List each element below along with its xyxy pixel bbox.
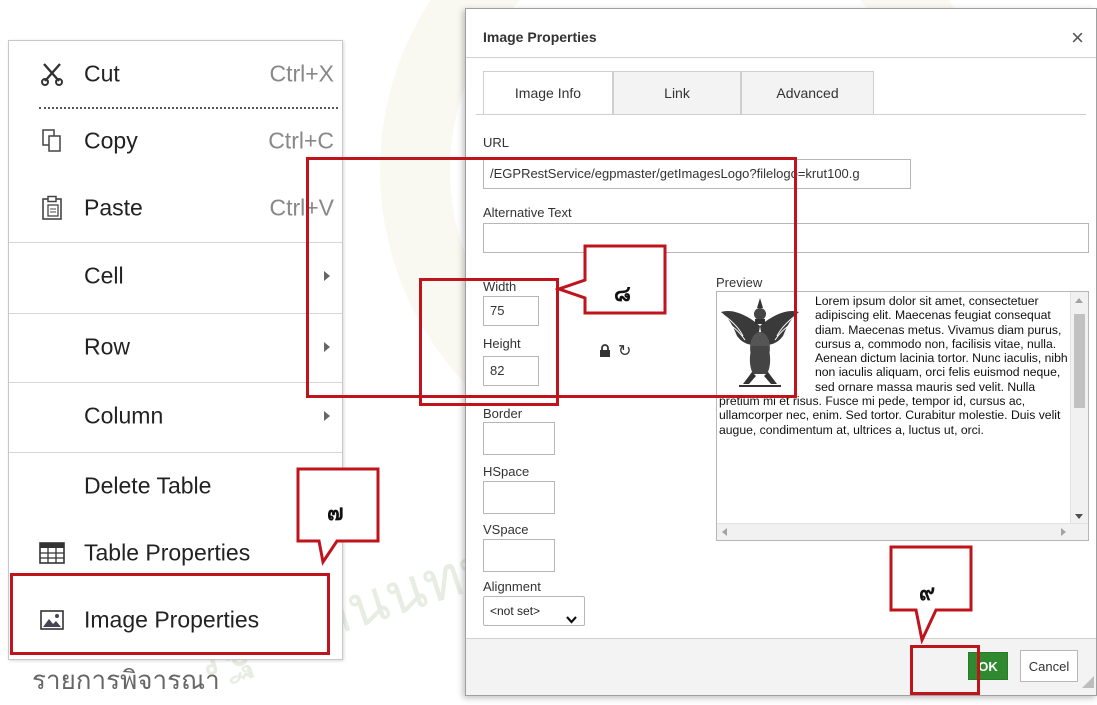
- dialog-footer: OK Cancel: [466, 638, 1096, 695]
- menu-item-label: Copy: [84, 127, 138, 154]
- url-label: URL: [483, 135, 510, 150]
- step-7-number: ๗: [327, 501, 344, 526]
- table-icon: [37, 538, 67, 568]
- scroll-down-icon[interactable]: [1075, 514, 1083, 519]
- menu-item-label: Column: [84, 402, 164, 429]
- alignment-select[interactable]: <not set>: [483, 596, 585, 626]
- menu-item-label: Cut: [84, 60, 120, 87]
- step-8-number: ๘: [614, 282, 631, 307]
- tab-divider: [476, 114, 1086, 115]
- scroll-right-icon[interactable]: [1061, 528, 1066, 536]
- clipboard-icon: [37, 193, 67, 223]
- highlight-image-properties: [10, 573, 330, 655]
- vspace-input[interactable]: [483, 539, 555, 572]
- menu-item-copy[interactable]: Copy Ctrl+C: [9, 108, 342, 174]
- tab-advanced[interactable]: Advanced: [741, 71, 874, 115]
- border-label: Border: [483, 406, 523, 421]
- hspace-input[interactable]: [483, 481, 555, 514]
- vspace-label: VSpace: [483, 522, 529, 537]
- highlight-width-height: [419, 278, 559, 406]
- step-9-number: ๙: [919, 581, 936, 606]
- menu-item-label: Cell: [84, 262, 124, 289]
- menu-item-cell[interactable]: Cell: [9, 243, 342, 309]
- menu-item-label: Table Properties: [84, 539, 251, 566]
- context-menu: Cut Ctrl+X Copy Ctrl+C Paste Ctrl+V Cell…: [8, 40, 343, 660]
- menu-item-paste[interactable]: Paste Ctrl+V: [9, 175, 342, 241]
- scroll-left-icon[interactable]: [722, 528, 727, 536]
- menu-item-cut[interactable]: Cut Ctrl+X: [9, 41, 342, 107]
- cancel-button[interactable]: Cancel: [1020, 650, 1078, 682]
- chevron-down-icon: [566, 606, 577, 634]
- menu-item-label: Delete Table: [84, 472, 212, 499]
- shortcut-label: Ctrl+C: [268, 127, 334, 154]
- scrollbar-thumb[interactable]: [1074, 314, 1085, 408]
- alignment-label: Alignment: [483, 579, 541, 594]
- alignment-value: <not set>: [490, 604, 541, 618]
- preview-horizontal-scrollbar[interactable]: [717, 523, 1088, 540]
- copy-icon: [37, 126, 67, 156]
- menu-item-label: Paste: [84, 194, 143, 221]
- scissors-icon: [37, 59, 67, 89]
- tab-image-info[interactable]: Image Info: [483, 71, 613, 115]
- menu-item-row[interactable]: Row: [9, 314, 342, 380]
- page-background-text: รายการพิจารณา: [32, 666, 220, 696]
- hspace-label: HSpace: [483, 464, 530, 479]
- menu-item-column[interactable]: Column: [9, 383, 342, 449]
- highlight-ok-button: [910, 645, 980, 695]
- callout-step-8: [555, 244, 667, 315]
- menu-item-label: Row: [84, 333, 131, 360]
- resize-grip-icon[interactable]: [1080, 674, 1094, 693]
- title-divider: [466, 57, 1096, 58]
- dialog-title: Image Properties: [483, 29, 597, 45]
- tab-link[interactable]: Link: [613, 71, 741, 115]
- shortcut-label: Ctrl+X: [269, 60, 334, 87]
- menu-item-delete-table[interactable]: Delete Table: [9, 453, 342, 519]
- submenu-arrow-icon: [324, 411, 330, 421]
- border-input[interactable]: [483, 422, 555, 455]
- close-icon[interactable]: ×: [1071, 25, 1084, 51]
- scroll-up-icon[interactable]: [1075, 298, 1083, 303]
- preview-vertical-scrollbar[interactable]: [1070, 292, 1088, 524]
